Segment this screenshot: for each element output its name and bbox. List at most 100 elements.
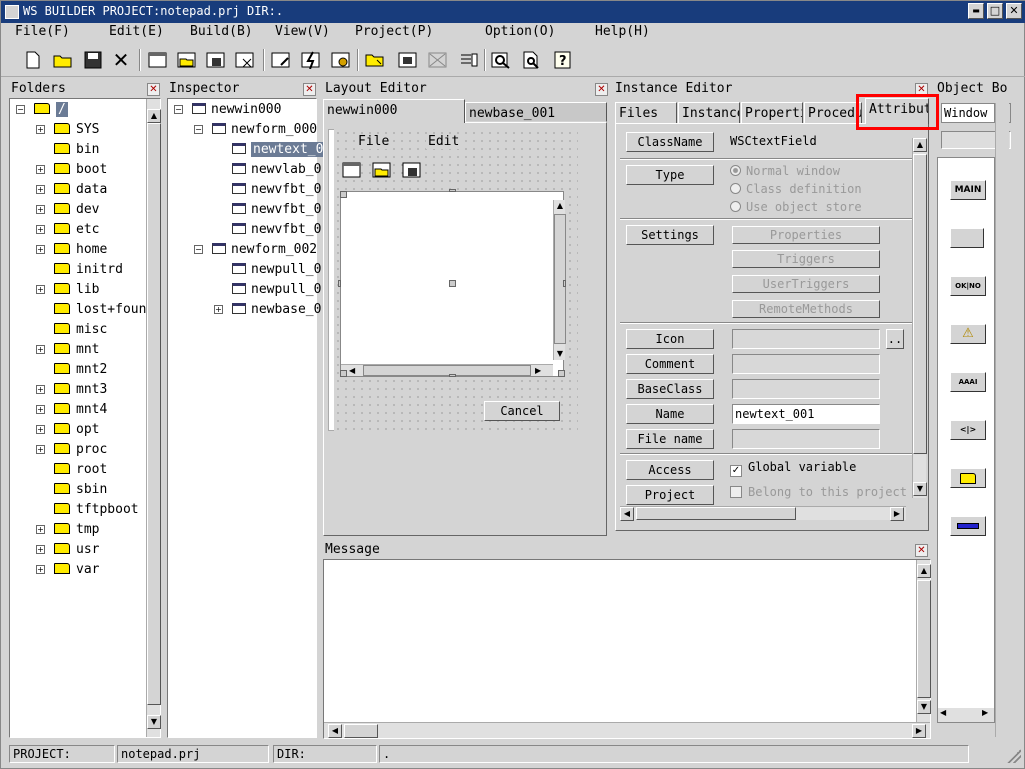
text-field-hscroll[interactable]: ◀ ▶ [341, 364, 553, 376]
classname-button[interactable]: ClassName [626, 132, 714, 152]
scroll-thumb[interactable] [147, 123, 161, 705]
icon-field[interactable] [732, 329, 880, 349]
scroll-left-icon[interactable]: ◀ [328, 724, 342, 738]
type-button[interactable]: Type [626, 165, 714, 185]
collapse-icon[interactable]: − [16, 105, 25, 114]
icon-button[interactable]: Icon [626, 329, 714, 349]
folders-close-icon[interactable]: ✕ [147, 83, 160, 96]
canvas-new-icon[interactable] [342, 161, 362, 182]
build-icon[interactable] [299, 48, 323, 72]
menu-build[interactable]: Build(B) [190, 24, 253, 39]
open-window-icon[interactable] [175, 48, 199, 72]
scroll-left-icon[interactable]: ◀ [349, 365, 361, 377]
folder-item[interactable]: + mnt4 [36, 401, 107, 419]
settings-button[interactable]: Settings [626, 225, 714, 245]
collapse-icon[interactable]: − [194, 125, 203, 134]
layout-editor-close-icon[interactable]: ✕ [595, 83, 608, 96]
cut-icon[interactable]: ✕ [109, 48, 133, 72]
folder-item[interactable]: + home [36, 241, 107, 259]
canvas-cancel-button[interactable]: Cancel [484, 401, 560, 421]
filename-field[interactable] [732, 429, 880, 449]
folder-item[interactable]: root [54, 461, 107, 479]
folders-tree[interactable]: − / + SYS bin + boot + data + dev + etc + home initrd + l… [9, 98, 161, 738]
folder-item[interactable]: + mnt3 [36, 381, 107, 399]
canvas-save-icon[interactable] [402, 161, 422, 182]
scroll-thumb[interactable] [913, 154, 927, 454]
help-icon[interactable]: ? [551, 48, 575, 72]
expand-icon[interactable]: + [36, 185, 45, 194]
preview-icon[interactable] [520, 48, 544, 72]
icon-browse-button[interactable]: .. [886, 329, 904, 349]
folder-item[interactable]: + proc [36, 441, 107, 459]
folder-item[interactable]: tftpboot [54, 501, 139, 519]
save-icon[interactable] [81, 48, 105, 72]
object-palette-hscroll[interactable]: ◀ ▶ [938, 708, 994, 722]
message-hscroll[interactable]: ◀ ▶ [324, 722, 930, 738]
resize-handle[interactable] [338, 280, 341, 287]
folder-icon[interactable] [363, 48, 387, 72]
canvas-menu-edit[interactable]: Edit [426, 134, 462, 149]
expand-icon[interactable]: + [36, 125, 45, 134]
folder-item[interactable]: + data [36, 181, 107, 199]
save-window-icon[interactable] [204, 48, 228, 72]
maximize-button[interactable]: □ [987, 3, 1003, 19]
baseclass-field[interactable] [732, 379, 880, 399]
tab-procedures[interactable]: Procedu [804, 102, 862, 124]
folder-object-icon[interactable] [950, 468, 986, 488]
expand-icon[interactable]: + [36, 445, 45, 454]
scroll-up-icon[interactable]: ▲ [913, 138, 927, 152]
scroll-down-icon[interactable]: ▼ [147, 715, 161, 729]
object-box-vscroll[interactable] [995, 103, 1009, 737]
menu-edit[interactable]: Edit(E) [109, 24, 164, 39]
resize-handle[interactable] [449, 280, 456, 287]
form-object[interactable] [950, 228, 984, 248]
expand-icon[interactable]: + [36, 425, 45, 434]
expand-icon[interactable]: + [36, 245, 45, 254]
tab-files[interactable]: Files [615, 102, 677, 124]
menu-help[interactable]: Help(H) [595, 24, 650, 39]
inspector-item[interactable]: − newform_002 [194, 241, 317, 259]
folder-item[interactable]: misc [54, 321, 107, 339]
message-area[interactable]: ▲ ▼ ◀ ▶ [323, 559, 931, 739]
radio-use-object-store[interactable]: Use object store [730, 200, 862, 214]
user-triggers-button[interactable]: UserTriggers [732, 275, 880, 293]
grid-icon[interactable] [396, 48, 420, 72]
scroll-left-icon[interactable]: ◀ [940, 708, 946, 717]
expand-icon[interactable]: + [36, 545, 45, 554]
menu-project[interactable]: Project(P) [355, 24, 433, 39]
message-vscroll[interactable]: ▲ ▼ [916, 560, 931, 722]
triggers-button[interactable]: Triggers [732, 250, 880, 268]
design-window[interactable]: File Edit ▲ ▼ ◀ ▶ Cancel [334, 129, 578, 431]
comment-button[interactable]: Comment [626, 354, 714, 374]
expand-icon[interactable]: + [36, 525, 45, 534]
folder-item[interactable]: + opt [36, 421, 99, 439]
app-icon[interactable] [5, 5, 19, 19]
scroll-up-icon[interactable]: ▲ [554, 200, 566, 212]
warning-icon[interactable]: ⚠ [950, 324, 986, 344]
inspector-item[interactable]: newvlab_0 [232, 161, 321, 179]
new-file-icon[interactable] [21, 48, 45, 72]
inspector-item[interactable]: newpull_0 [232, 281, 321, 299]
expand-icon[interactable]: + [36, 285, 45, 294]
folder-item[interactable]: initrd [54, 261, 123, 279]
tab-properties[interactable]: Properti [741, 102, 803, 124]
open-folder-icon[interactable] [51, 48, 75, 72]
properties-button[interactable]: Properties [732, 226, 880, 244]
scroll-left-icon[interactable]: ◀ [620, 507, 634, 521]
folder-item[interactable]: + tmp [36, 521, 99, 539]
tab-newwin000[interactable]: newwin000 [323, 99, 465, 123]
close-window-icon[interactable] [233, 48, 257, 72]
belong-project-checkbox[interactable]: Belong to this project [730, 485, 907, 499]
scroll-thumb[interactable] [363, 365, 531, 376]
folder-item[interactable]: + etc [36, 221, 99, 239]
baseclass-button[interactable]: BaseClass [626, 379, 714, 399]
expand-icon[interactable]: + [36, 565, 45, 574]
scroll-object[interactable]: <|> [950, 420, 986, 440]
scroll-down-icon[interactable]: ▼ [917, 700, 931, 714]
inspector-tree[interactable]: − newwin000− newform_000 newtext_0 newvlab_0… [167, 98, 326, 738]
resize-handle[interactable] [558, 370, 565, 377]
main-window-object[interactable]: MAIN [950, 180, 986, 200]
scroll-thumb[interactable] [917, 580, 931, 698]
remote-methods-button[interactable]: RemoteMethods [732, 300, 880, 318]
folder-item[interactable]: mnt2 [54, 361, 107, 379]
